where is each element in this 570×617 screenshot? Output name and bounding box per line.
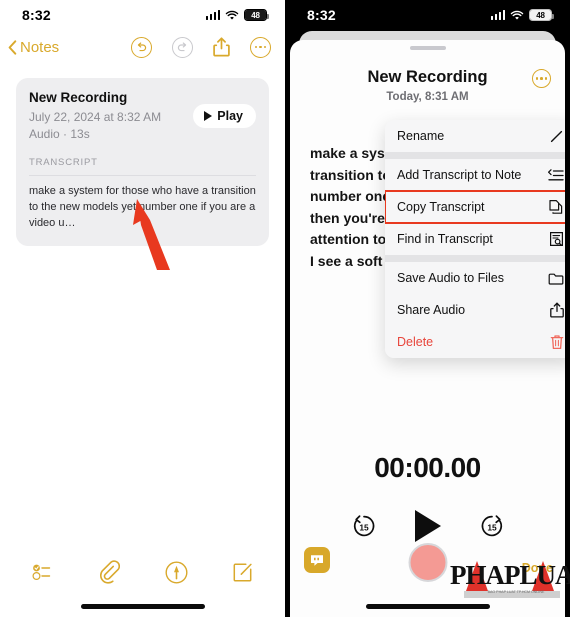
paperclip-icon[interactable] xyxy=(98,560,121,584)
nav-tools xyxy=(131,36,271,58)
skip-back-15-icon[interactable]: 15 xyxy=(351,513,377,539)
home-indicator xyxy=(80,604,205,609)
menu-item-delete[interactable]: Delete xyxy=(385,326,565,358)
menu-item-find-in-transcript[interactable]: Find in Transcript xyxy=(385,223,565,255)
undo-icon[interactable] xyxy=(131,36,152,58)
folder-icon xyxy=(547,272,564,285)
menu-item-label: Rename xyxy=(397,129,445,143)
transcript-preview-text: make a system for those who have a trans… xyxy=(29,185,256,229)
sheet-title: New Recording xyxy=(367,68,488,86)
notes-nav-bar: Notes xyxy=(0,30,285,64)
menu-item-label: Add Transcript to Note xyxy=(397,168,522,182)
play-triangle-icon xyxy=(204,111,213,121)
quote-bubble-icon[interactable] xyxy=(304,547,330,573)
menu-item-add-transcript-to-note[interactable]: Add Transcript to Note xyxy=(385,159,565,191)
menu-separator xyxy=(385,152,565,159)
right-phone-panel: 8:32 48 New Recording Today, 8:31 AM mak… xyxy=(285,0,570,617)
left-phone-panel: 8:32 48 Notes New Recording July 22, 202… xyxy=(0,0,285,617)
share-icon xyxy=(547,302,564,318)
divider xyxy=(29,175,256,176)
sheet-bottom-bar: Done xyxy=(290,543,565,595)
status-bar-time: 8:32 xyxy=(307,7,336,23)
checklist-icon[interactable] xyxy=(32,561,54,583)
back-to-notes-button[interactable]: Notes xyxy=(8,39,59,56)
menu-item-label: Delete xyxy=(397,335,434,349)
status-bar-right: 8:32 48 xyxy=(285,0,570,30)
status-bar-time: 8:32 xyxy=(22,7,51,23)
screenshot-root: 8:32 48 Notes New Recording July 22, 202… xyxy=(0,0,570,617)
battery-percent: 48 xyxy=(251,10,260,20)
markup-pen-icon[interactable] xyxy=(165,560,188,584)
compose-icon[interactable] xyxy=(232,562,253,583)
card-date: July 22, 2024 at 8:32 AM xyxy=(29,110,162,124)
battery-icon: 48 xyxy=(244,9,269,21)
pencil-icon xyxy=(547,129,564,144)
card-audio-duration: Audio · 13s xyxy=(29,127,90,141)
skip-forward-label: 15 xyxy=(487,523,497,533)
home-indicator xyxy=(365,604,490,609)
share-icon[interactable] xyxy=(213,37,230,57)
transcript-section-label: TRANSCRIPT xyxy=(29,157,98,168)
back-label: Notes xyxy=(20,38,60,56)
signal-bars-icon xyxy=(205,10,220,20)
playback-controls: 15 15 xyxy=(290,510,565,542)
play-triangle-icon[interactable] xyxy=(414,510,441,542)
ellipsis-icon[interactable] xyxy=(532,69,551,88)
chevron-left-icon xyxy=(8,39,17,55)
done-button[interactable]: Done xyxy=(522,561,553,575)
audio-player-sheet: New Recording Today, 8:31 AM make a sys … xyxy=(290,40,565,617)
play-button[interactable]: Play xyxy=(193,104,256,128)
record-button[interactable] xyxy=(408,543,447,582)
menu-item-share-audio[interactable]: Share Audio xyxy=(385,294,565,326)
text-insert-icon xyxy=(547,168,564,183)
battery-icon: 48 xyxy=(529,9,554,21)
document-search-icon xyxy=(547,231,564,247)
trash-icon xyxy=(547,334,564,350)
audio-recording-card[interactable]: New Recording July 22, 2024 at 8:32 AM A… xyxy=(16,78,269,246)
menu-item-label: Share Audio xyxy=(397,303,466,317)
menu-item-save-audio-to-files[interactable]: Save Audio to Files xyxy=(385,262,565,294)
context-menu: Rename Add Transcript to Note Copy Trans… xyxy=(385,120,565,358)
menu-item-copy-transcript[interactable]: Copy Transcript xyxy=(385,190,565,224)
notes-bottom-toolbar xyxy=(0,555,285,589)
signal-bars-icon xyxy=(490,10,505,20)
skip-forward-15-icon[interactable]: 15 xyxy=(479,513,505,539)
playback-timer: 00:00.00 xyxy=(374,452,481,483)
copy-documents-icon xyxy=(547,199,564,215)
status-bar-indicators: 48 xyxy=(490,9,554,21)
play-label: Play xyxy=(217,109,243,123)
ellipsis-icon[interactable] xyxy=(250,36,271,58)
menu-item-label: Save Audio to Files xyxy=(397,271,505,285)
sheet-subtitle: Today, 8:31 AM xyxy=(386,91,469,103)
status-bar-indicators: 48 xyxy=(205,9,269,21)
menu-separator xyxy=(385,255,565,262)
menu-item-label: Find in Transcript xyxy=(397,232,493,246)
status-bar-left: 8:32 48 xyxy=(0,0,285,30)
menu-item-rename[interactable]: Rename xyxy=(385,120,565,152)
sheet-grabber[interactable] xyxy=(409,46,446,50)
redo-icon xyxy=(172,36,193,58)
battery-percent: 48 xyxy=(536,10,545,20)
wifi-icon xyxy=(225,10,239,20)
skip-back-label: 15 xyxy=(359,523,369,533)
menu-item-label: Copy Transcript xyxy=(397,200,485,214)
wifi-icon xyxy=(510,10,524,20)
sheet-header: New Recording Today, 8:31 AM xyxy=(290,68,565,103)
card-title: New Recording xyxy=(29,90,128,105)
